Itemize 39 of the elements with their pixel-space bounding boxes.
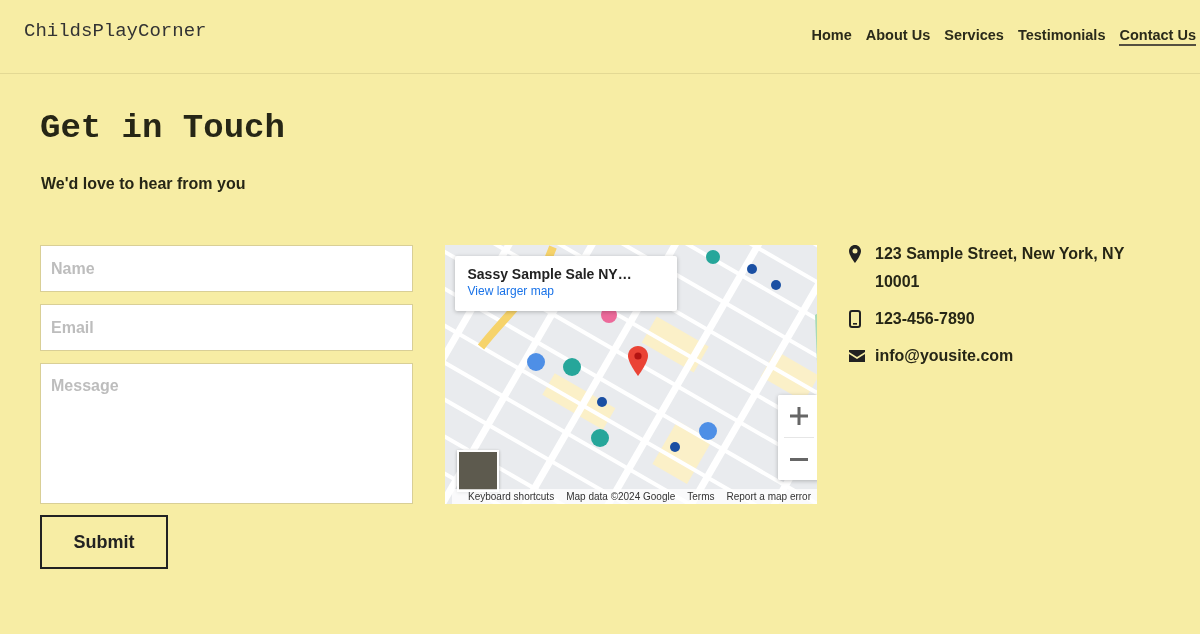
phone-icon	[849, 310, 861, 328]
message-field[interactable]: Message	[40, 363, 413, 504]
subway-station-icon[interactable]	[669, 442, 680, 452]
place-title: Sassy Sample Sale NY…	[467, 265, 633, 283]
place-marker-icon[interactable]	[590, 429, 609, 447]
site-logo[interactable]: ChildsPlayCorner	[24, 19, 207, 42]
map-pin-icon	[627, 346, 648, 376]
minus-icon	[789, 457, 808, 461]
map-footer-link[interactable]: Keyboard shortcuts	[468, 489, 555, 504]
submit-button[interactable]: Submit	[40, 515, 168, 569]
input-field[interactable]: Email	[40, 304, 413, 351]
nav-link[interactable]: Testimonials	[1017, 27, 1106, 46]
nav-link[interactable]: About Us	[865, 27, 931, 46]
nav-link[interactable]: Services	[944, 27, 1004, 46]
map-footer-link[interactable]: Terms	[687, 489, 715, 504]
plus-icon	[789, 407, 808, 425]
zoom-out-button[interactable]	[777, 438, 817, 480]
nav-link[interactable]: Contact Us	[1119, 27, 1196, 46]
place-marker-icon[interactable]	[562, 358, 581, 376]
subway-station-icon[interactable]	[770, 280, 781, 290]
subway-station-icon[interactable]	[746, 264, 757, 274]
view-larger-map-link[interactable]: View larger map	[467, 283, 664, 299]
address-text: 123 Sample Street, New York, NY 10001	[875, 244, 1125, 292]
place-marker-icon[interactable]	[526, 353, 545, 371]
zoom-in-button[interactable]	[777, 395, 817, 437]
subway-station-icon[interactable]	[596, 397, 607, 407]
subtitle-text: We'd love to hear from you	[41, 174, 247, 194]
nav-link[interactable]: Home	[811, 27, 852, 46]
envelope-icon	[849, 350, 865, 362]
satellite-thumbnail[interactable]	[456, 450, 499, 492]
map-footer-link[interactable]: Report a map error	[726, 489, 811, 504]
map-footer-link[interactable]: Map data ©2024 Google	[566, 489, 676, 504]
location-pin-icon	[849, 245, 861, 263]
place-marker-icon[interactable]	[698, 422, 717, 440]
input-field[interactable]: Name	[40, 245, 413, 292]
place-marker-icon[interactable]	[705, 250, 720, 264]
email-link[interactable]: info@yousite.com	[875, 342, 1160, 370]
phone-number[interactable]: 123-456-7890	[875, 305, 1160, 333]
page-title: Get in Touch	[40, 108, 286, 148]
